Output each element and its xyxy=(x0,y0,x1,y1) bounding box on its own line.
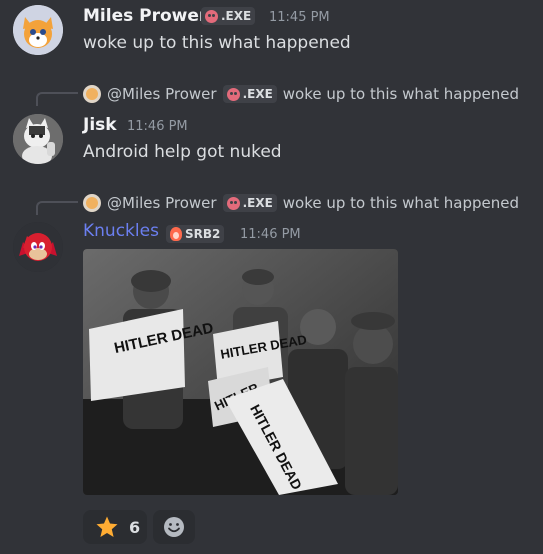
message-text: Android help got nuked xyxy=(83,142,282,162)
server-tag[interactable]: SRB2 xyxy=(166,225,225,243)
author-name[interactable]: Miles Prower xyxy=(83,6,207,26)
reply-avatar-icon xyxy=(83,85,101,103)
attached-image[interactable]: HITLER DEAD HITLER DEAD HITLER HITLER DE… xyxy=(83,249,398,495)
reply-server-tag: .EXE xyxy=(222,85,277,103)
server-tag-label: SRB2 xyxy=(185,227,221,241)
reply-author[interactable]: @Miles Prower xyxy=(107,85,217,103)
message-text: woke up to this what happened xyxy=(83,33,351,53)
skull-icon xyxy=(226,196,240,210)
server-tag-label: .EXE xyxy=(221,9,252,23)
reaction-count: 6 xyxy=(129,517,141,537)
timestamp[interactable]: 11:45 PM xyxy=(269,10,330,25)
add-reaction-button[interactable] xyxy=(153,510,195,544)
timestamp[interactable]: 11:46 PM xyxy=(240,227,301,242)
reply-spine xyxy=(36,201,78,215)
author-name[interactable]: Jisk xyxy=(83,115,117,135)
reply-avatar-icon xyxy=(83,194,101,212)
echidna-avatar-icon xyxy=(13,222,63,272)
star-icon xyxy=(96,516,118,537)
reply-server-tag: .EXE xyxy=(222,194,277,212)
reply-reference[interactable]: @Miles Prower .EXE woke up to this what … xyxy=(83,193,519,213)
server-tag[interactable]: .EXE xyxy=(201,7,256,25)
avatar-knuckles[interactable] xyxy=(13,222,63,272)
avatar-miles-prower[interactable] xyxy=(13,5,63,55)
avatar-jisk[interactable] xyxy=(13,114,63,164)
reply-author[interactable]: @Miles Prower xyxy=(107,194,217,212)
reply-text: woke up to this what happened xyxy=(282,194,519,212)
reply-server-tag-label: .EXE xyxy=(242,196,273,210)
message-jisk: @Miles Prower .EXE woke up to this what … xyxy=(0,80,543,170)
message-miles-prower: Miles Prower .EXE 11:45 PM woke up to th… xyxy=(0,0,543,70)
reply-reference[interactable]: @Miles Prower .EXE woke up to this what … xyxy=(83,84,519,104)
cat-avatar-icon xyxy=(13,114,63,164)
fox-avatar-icon xyxy=(13,5,63,55)
reply-server-tag-label: .EXE xyxy=(242,87,273,101)
reply-spine xyxy=(36,92,78,106)
reaction-star[interactable]: 6 xyxy=(83,510,147,544)
smiley-icon xyxy=(164,517,184,537)
timestamp[interactable]: 11:46 PM xyxy=(127,119,188,134)
flame-icon xyxy=(170,227,182,241)
skull-icon xyxy=(226,87,240,101)
reply-text: woke up to this what happened xyxy=(282,85,519,103)
author-name[interactable]: Knuckles xyxy=(83,221,159,241)
skull-icon xyxy=(205,9,218,23)
newspaper-photo: HITLER DEAD HITLER DEAD HITLER HITLER DE… xyxy=(83,249,398,495)
